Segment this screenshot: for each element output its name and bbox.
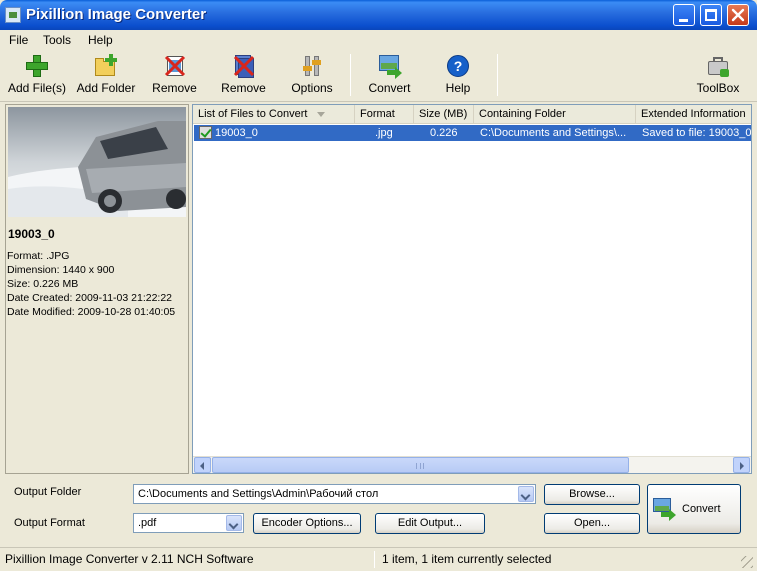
toolbox-icon (706, 54, 730, 78)
toolbox-label: ToolBox (696, 81, 740, 95)
list-header: List of Files to Convert Format Size (MB… (193, 105, 751, 124)
maximize-button[interactable] (700, 4, 722, 26)
convert-tool-label: Convert (368, 81, 411, 95)
output-folder-value: C:\Documents and Settings\Admin\Рабочий … (138, 488, 379, 500)
column-header-format[interactable]: Format (355, 105, 414, 124)
minimize-icon (679, 19, 688, 22)
row-folder: C:\Documents and Settings\... (480, 127, 627, 139)
add-folder-label: Add Folder (76, 81, 136, 95)
remove-all-label: Remove (221, 81, 266, 95)
minimize-button[interactable] (673, 4, 695, 26)
scroll-right-icon[interactable] (733, 457, 750, 473)
edit-output-button[interactable]: Edit Output... (375, 513, 485, 534)
checkbox-icon[interactable] (199, 126, 212, 139)
menu-bar: File Tools Help (0, 30, 757, 50)
menu-file[interactable]: File (9, 33, 28, 47)
scroll-left-icon[interactable] (194, 457, 211, 473)
resize-grip-icon[interactable] (741, 556, 753, 568)
add-files-label: Add File(s) (7, 81, 66, 95)
output-folder-select[interactable]: C:\Documents and Settings\Admin\Рабочий … (133, 484, 536, 504)
output-format-label: Output Format (14, 517, 85, 529)
convert-tool-button[interactable]: Convert (362, 52, 417, 100)
column-header-info[interactable]: Extended Information (636, 105, 751, 124)
add-files-button[interactable]: Add File(s) (4, 52, 70, 100)
chevron-down-icon[interactable] (518, 486, 534, 502)
grip-icon (416, 463, 424, 469)
remove-all-button[interactable]: Remove (216, 52, 271, 100)
chevron-down-icon[interactable] (226, 515, 242, 531)
toolbar-separator (497, 54, 498, 96)
convert-button[interactable]: Convert (647, 484, 741, 534)
open-button[interactable]: Open... (544, 513, 640, 534)
file-format: Format: .JPG (7, 250, 70, 262)
column-header-size[interactable]: Size (MB) (414, 105, 474, 124)
toolbar-separator (350, 54, 351, 96)
close-icon (731, 8, 745, 22)
column-header-files-label: List of Files to Convert (198, 108, 308, 120)
options-icon (300, 54, 324, 78)
app-icon (5, 7, 21, 23)
column-header-files[interactable]: List of Files to Convert (193, 105, 355, 124)
sort-down-icon (316, 111, 325, 117)
row-info: Saved to file: 19003_0 (642, 127, 751, 139)
help-label: Help (445, 81, 471, 95)
output-format-select[interactable]: .pdf (133, 513, 244, 533)
options-label: Options (291, 81, 333, 95)
file-details: Format: .JPG Dimension: 1440 x 900 Size:… (7, 249, 175, 319)
file-date-modified: Date Modified: 2009-10-28 01:40:05 (7, 306, 176, 318)
encoder-options-button[interactable]: Encoder Options... (253, 513, 361, 534)
window-title: Pixillion Image Converter (26, 6, 207, 23)
status-bar: Pixillion Image Converter v 2.11 NCH Sof… (0, 547, 757, 571)
help-button[interactable]: ? Help (438, 52, 478, 100)
help-icon: ? (446, 54, 470, 78)
plus-icon (25, 54, 49, 78)
output-folder-label: Output Folder (14, 486, 82, 498)
menu-tools[interactable]: Tools (43, 33, 71, 47)
status-selection: 1 item, 1 item currently selected (382, 552, 552, 566)
horizontal-scrollbar[interactable] (193, 456, 751, 473)
row-size: 0.226 (430, 127, 458, 139)
convert-button-label: Convert (682, 503, 721, 515)
add-folder-button[interactable]: Add Folder (73, 52, 139, 100)
file-name: 19003_0 (8, 227, 55, 241)
image-thumbnail (8, 107, 186, 217)
menu-help[interactable]: Help (88, 33, 113, 47)
toolbar: Add File(s) Add Folder Remove Remove Opt… (0, 50, 757, 102)
scrollbar-thumb[interactable] (212, 457, 629, 473)
file-size: Size: 0.226 MB (7, 278, 79, 290)
column-header-folder[interactable]: Containing Folder (474, 105, 636, 124)
status-separator (374, 551, 375, 568)
remove-file-icon (163, 54, 187, 78)
file-dimension: Dimension: 1440 x 900 (7, 264, 115, 276)
preview-pane: 19003_0 Format: .JPG Dimension: 1440 x 9… (5, 104, 189, 474)
remove-all-icon (232, 54, 256, 78)
convert-icon (653, 498, 677, 521)
folder-add-icon (94, 54, 118, 78)
file-date-created: Date Created: 2009-11-03 21:22:22 (7, 292, 173, 304)
maximize-icon (705, 9, 717, 21)
browse-button[interactable]: Browse... (544, 484, 640, 505)
row-format: .jpg (375, 127, 393, 139)
row-filename: 19003_0 (215, 127, 258, 139)
remove-button[interactable]: Remove (147, 52, 202, 100)
remove-label: Remove (152, 81, 197, 95)
close-button[interactable] (727, 4, 749, 26)
convert-icon (378, 54, 402, 79)
output-format-value: .pdf (138, 517, 157, 529)
file-list[interactable]: List of Files to Convert Format Size (MB… (192, 104, 752, 474)
title-bar: Pixillion Image Converter (0, 0, 757, 30)
table-row[interactable]: 19003_0 .jpg 0.226 C:\Documents and Sett… (194, 125, 751, 141)
toolbox-button[interactable]: ToolBox (693, 52, 743, 100)
options-button[interactable]: Options (287, 52, 337, 100)
status-app-version: Pixillion Image Converter v 2.11 NCH Sof… (5, 552, 254, 566)
